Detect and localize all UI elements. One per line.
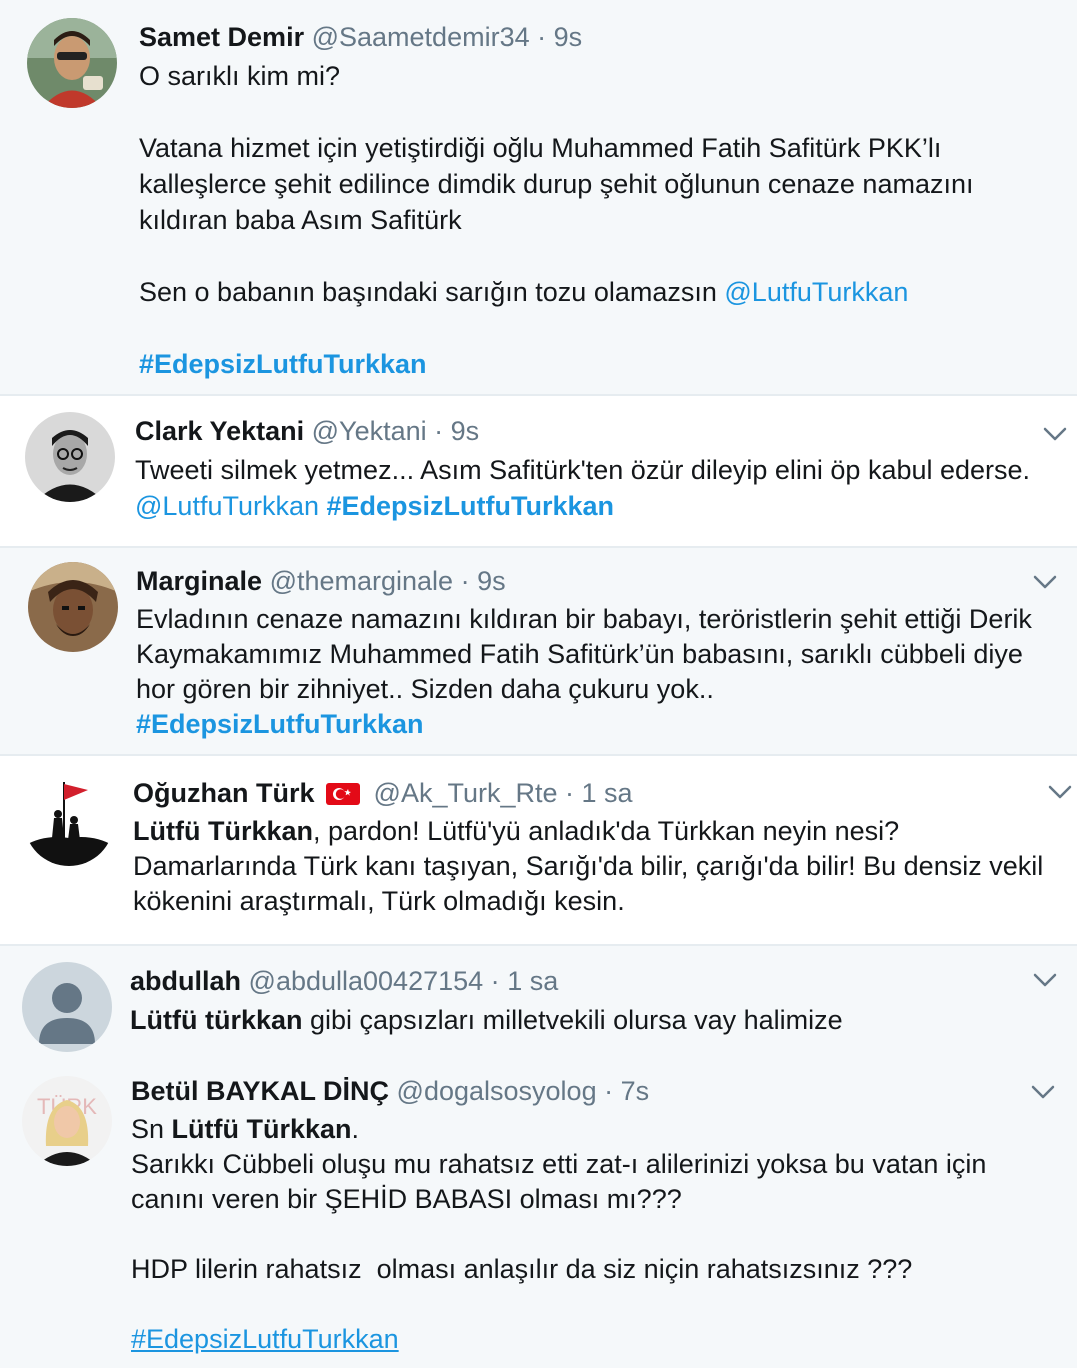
separator-dot: · bbox=[604, 1076, 614, 1106]
separator-dot: · bbox=[565, 778, 575, 808]
tweet-header: abdullah @abdulla00427154 · 1 sa bbox=[130, 964, 1057, 998]
tweet-header: Marginale @themarginale · 9s bbox=[136, 564, 1057, 598]
mention-link[interactable]: @LutfuTurkkan bbox=[724, 277, 908, 307]
avatar[interactable] bbox=[22, 962, 112, 1052]
tweet-marginale[interactable]: Marginale @themarginale · 9s Evladının c… bbox=[0, 548, 1077, 754]
mention-link[interactable]: @LutfuTurkkan bbox=[135, 491, 319, 521]
separator-dot: · bbox=[490, 966, 500, 996]
tweet-text: O sarıklı kim mi? Vatana hizmet için yet… bbox=[139, 58, 1057, 382]
timestamp[interactable]: 1 sa bbox=[507, 966, 558, 996]
chevron-down-icon[interactable] bbox=[1047, 782, 1073, 802]
avatar-image: TÜRK bbox=[22, 1076, 112, 1166]
chevron-down-icon[interactable] bbox=[1032, 572, 1058, 592]
display-name[interactable]: abdullah bbox=[130, 966, 241, 996]
highlighted-name: Lütfü Türkkan bbox=[171, 1114, 352, 1144]
display-name[interactable]: Marginale bbox=[136, 566, 262, 596]
tweet-line-prefix: Sn bbox=[131, 1114, 172, 1144]
user-handle[interactable]: @abdulla00427154 bbox=[249, 966, 484, 996]
tweet-line: O sarıklı kim mi? bbox=[139, 61, 341, 91]
display-name[interactable]: Clark Yektani bbox=[135, 416, 304, 446]
avatar[interactable]: TÜRK bbox=[22, 1076, 112, 1166]
tweet-paragraph: Evladının cenaze namazını kıldıran bir b… bbox=[136, 604, 1032, 704]
tweet-paragraph: Lütfü Türkkan, pardon! Lütfü'yü anladık'… bbox=[133, 814, 1057, 919]
tweet-line: @LutfuTurkkan #EdepsizLutfuTurkkan bbox=[135, 488, 1057, 524]
user-handle[interactable]: @themarginale bbox=[270, 566, 454, 596]
tweet-line: #EdepsizLutfuTurkkan bbox=[139, 346, 1057, 382]
avatar[interactable] bbox=[24, 776, 114, 866]
tweet-oguzhan-turk[interactable]: Oğuzhan Türk @Ak_Turk_Rte · 1 sa Lütfü T… bbox=[0, 756, 1077, 944]
tweet-paragraph: Tweeti silmek yetmez... Asım Safitürk'te… bbox=[135, 455, 1031, 485]
turkey-flag-icon bbox=[326, 783, 361, 805]
default-avatar-icon bbox=[22, 962, 112, 1052]
tweet-text: Evladının cenaze namazını kıldıran bir b… bbox=[136, 602, 1057, 742]
avatar-image bbox=[28, 562, 118, 652]
tweet-text: Lütfü türkkan gibi çapsızları milletveki… bbox=[130, 1002, 1057, 1038]
hashtag-link[interactable]: #EdepsizLutfuTurkkan bbox=[131, 1324, 399, 1354]
avatar-image bbox=[25, 412, 115, 502]
timestamp[interactable]: 9s bbox=[554, 22, 583, 52]
tweet-betul-baykal-dinc[interactable]: TÜRK Betül BAYKAL DİNÇ @dogalsosyolog · … bbox=[0, 1058, 1077, 1368]
highlighted-name: Lütfü türkkan bbox=[130, 1005, 303, 1035]
tweet-text: Sn Lütfü Türkkan. Sarıkkı Cübbeli oluşu … bbox=[131, 1112, 1057, 1357]
highlighted-name: Lütfü Türkkan bbox=[133, 816, 313, 846]
separator-dot: · bbox=[460, 566, 470, 596]
avatar-image bbox=[27, 18, 117, 108]
hashtag-link[interactable]: #EdepsizLutfuTurkkan bbox=[136, 709, 424, 739]
tweet-paragraph-text: gibi çapsızları milletvekili olursa vay … bbox=[302, 1005, 843, 1035]
tweet-paragraph-text: Sen o babanın başındaki sarığın tozu ola… bbox=[139, 277, 725, 307]
tweet-header: Clark Yektani @Yektani · 9s bbox=[135, 414, 1057, 448]
tweet-clark-yektani[interactable]: Clark Yektani @Yektani · 9s Tweeti silme… bbox=[0, 396, 1077, 546]
tweet-text: Lütfü Türkkan, pardon! Lütfü'yü anladık'… bbox=[133, 814, 1057, 919]
hashtag-link[interactable]: #EdepsizLutfuTurkkan bbox=[327, 491, 615, 521]
tweet-samet-demir[interactable]: Samet Demir @Saametdemir34 · 9s O sarıkl… bbox=[0, 0, 1077, 394]
tweet-abdullah[interactable]: abdullah @abdulla00427154 · 1 sa Lütfü t… bbox=[0, 946, 1077, 1058]
avatar[interactable] bbox=[25, 412, 115, 502]
tweet-paragraph: Sarıkkı Cübbeli oluşu mu rahatsız etti z… bbox=[131, 1149, 987, 1214]
separator-dot: · bbox=[537, 22, 547, 52]
display-name[interactable]: Samet Demir bbox=[139, 22, 304, 52]
timestamp[interactable]: 9s bbox=[451, 416, 480, 446]
avatar-image bbox=[24, 776, 114, 866]
tweet-line-suffix: . bbox=[351, 1114, 360, 1144]
tweet-line: #EdepsizLutfuTurkkan bbox=[131, 1322, 1057, 1357]
tweet-header: Betül BAYKAL DİNÇ @dogalsosyolog · 7s bbox=[131, 1074, 1057, 1108]
tweet-paragraph: Lütfü türkkan gibi çapsızları milletveki… bbox=[130, 1002, 1057, 1038]
user-handle[interactable]: @Saametdemir34 bbox=[312, 22, 530, 52]
user-handle[interactable]: @Ak_Turk_Rte bbox=[374, 778, 558, 808]
tweet-paragraph: Vatana hizmet için yetiştirdiği oğlu Muh… bbox=[139, 133, 974, 235]
hashtag-link[interactable]: #EdepsizLutfuTurkkan bbox=[139, 349, 427, 379]
tweet-line: Sn Lütfü Türkkan. bbox=[131, 1112, 1057, 1147]
chevron-down-icon[interactable] bbox=[1042, 424, 1068, 444]
avatar[interactable] bbox=[27, 18, 117, 108]
display-name[interactable]: Betül BAYKAL DİNÇ bbox=[131, 1076, 389, 1106]
tweet-text: Tweeti silmek yetmez... Asım Safitürk'te… bbox=[135, 452, 1057, 524]
display-name[interactable]: Oğuzhan Türk bbox=[133, 778, 315, 808]
chevron-down-icon[interactable] bbox=[1032, 970, 1058, 990]
user-handle[interactable]: @Yektani bbox=[312, 416, 427, 446]
tweet-header: Oğuzhan Türk @Ak_Turk_Rte · 1 sa bbox=[133, 776, 1057, 810]
user-handle[interactable]: @dogalsosyolog bbox=[397, 1076, 597, 1106]
timestamp[interactable]: 7s bbox=[621, 1076, 650, 1106]
tweet-header: Samet Demir @Saametdemir34 · 9s bbox=[139, 20, 1057, 54]
tweet-line: #EdepsizLutfuTurkkan bbox=[136, 707, 1057, 742]
tweet-paragraph: HDP lilerin rahatsız olması anlaşılır da… bbox=[131, 1254, 913, 1284]
avatar[interactable] bbox=[28, 562, 118, 652]
timestamp[interactable]: 9s bbox=[477, 566, 506, 596]
tweet-paragraph: Sen o babanın başındaki sarığın tozu ola… bbox=[139, 274, 1057, 310]
separator-dot: · bbox=[434, 416, 444, 446]
chevron-down-icon[interactable] bbox=[1030, 1082, 1056, 1102]
timestamp[interactable]: 1 sa bbox=[582, 778, 633, 808]
